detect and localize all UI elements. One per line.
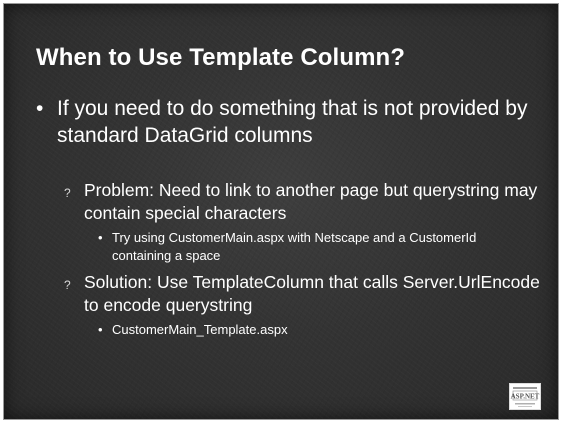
sub-sub-bullet-dot-icon: • bbox=[98, 230, 103, 245]
sub-bullet-marker-icon: ? bbox=[64, 278, 71, 292]
aspnet-logo-graphic: ASP.NET bbox=[510, 384, 540, 409]
sub-bullet-problem-text: Problem: Need to link to another page bu… bbox=[84, 180, 538, 223]
sub-sub-bullet-try: • Try using CustomerMain.aspx with Netsc… bbox=[98, 229, 538, 265]
sub-bullet-marker-icon: ? bbox=[64, 186, 71, 200]
sub-sub-bullet-file: • CustomerMain_Template.aspx bbox=[98, 321, 538, 339]
sub-sub-bullet-dot-icon: • bbox=[98, 322, 103, 337]
sub-sub-bullet-try-text: Try using CustomerMain.aspx with Netscap… bbox=[112, 230, 477, 263]
main-bullet-text: If you need to do something that is not … bbox=[57, 97, 528, 147]
slide-title: When to Use Template Column? bbox=[36, 44, 406, 71]
aspnet-logo-icon: ASP.NET bbox=[509, 383, 541, 410]
sub-bullet-solution-text: Solution: Use TemplateColumn that calls … bbox=[84, 272, 540, 315]
sub-sub-bullet-file-text: CustomerMain_Template.aspx bbox=[112, 322, 288, 337]
sub-bullet-problem: ? Problem: Need to link to another page … bbox=[64, 179, 544, 225]
bullet-dot-icon: • bbox=[36, 97, 44, 120]
svg-text:ASP.NET: ASP.NET bbox=[511, 393, 540, 401]
sub-bullet-solution: ? Solution: Use TemplateColumn that call… bbox=[64, 271, 544, 317]
main-bullet: • If you need to do something that is no… bbox=[36, 95, 536, 149]
slide: When to Use Template Column? • If you ne… bbox=[3, 3, 559, 420]
